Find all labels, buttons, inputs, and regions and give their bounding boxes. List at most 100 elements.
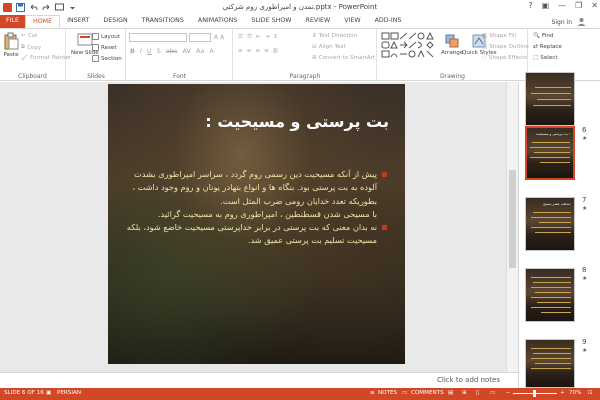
shape-outline-button[interactable]: ▢ Shape Outline	[482, 44, 529, 50]
slide-thumbnail-pane: 6 ★ بت پرستی و مسیحیت : 7 ★ مذهب عصر مسی…	[518, 72, 600, 388]
tab-home[interactable]: HOME	[24, 15, 61, 28]
paste-button[interactable]: Paste	[3, 32, 19, 58]
reading-view-icon[interactable]: ▯	[476, 390, 479, 396]
shapes-gallery-icon	[381, 32, 434, 58]
slide-paragraph: پیش از آنکه مسیحیت دین رسمی روم گردد ، س…	[122, 168, 387, 208]
help-button[interactable]: ?	[528, 1, 532, 10]
zoom-slider-thumb[interactable]	[533, 390, 536, 397]
reset-button[interactable]: Reset	[92, 44, 117, 51]
notes-placeholder[interactable]: Click to add notes	[437, 376, 500, 384]
decrease-indent-icon[interactable]: ⇤	[256, 34, 261, 40]
slide-indicator[interactable]: SLIDE 6 OF 16	[4, 390, 44, 396]
find-button[interactable]: 🔍 Find	[533, 33, 553, 39]
user-avatar-icon[interactable]	[577, 17, 586, 28]
underline-icon[interactable]: U	[147, 47, 152, 55]
font-size-box[interactable]	[189, 33, 211, 42]
grow-font-icon[interactable]: A A	[214, 34, 224, 41]
close-button[interactable]: ✕	[591, 1, 598, 10]
text-direction-button[interactable]: ↨ Text Direction	[312, 33, 357, 39]
minimize-button[interactable]: —	[558, 1, 566, 10]
tab-add-ins[interactable]: ADD-INS	[368, 15, 409, 28]
scrollbar-thumb[interactable]	[509, 170, 516, 268]
slide-title[interactable]: بت پرستی و مسیحیت :	[205, 112, 389, 131]
shape-outline-icon: ▢	[482, 44, 488, 50]
tab-design[interactable]: DESIGN	[96, 15, 134, 28]
shape-effects-button[interactable]: ◌ Shape Effects	[482, 55, 527, 61]
tab-animations[interactable]: ANIMATIONS	[191, 15, 245, 28]
fit-slide-icon[interactable]: ⊡	[588, 390, 593, 396]
shape-fill-button[interactable]: ◧ Shape Fill	[482, 33, 516, 39]
justify-icon[interactable]: ≡	[264, 48, 269, 54]
strikethrough-icon[interactable]: abc	[166, 47, 178, 55]
arrange-button[interactable]: Arrange	[441, 34, 463, 56]
section-button[interactable]: Section	[92, 55, 122, 62]
align-left-icon[interactable]: ≡	[238, 48, 243, 54]
numbering-icon[interactable]: ☰	[247, 34, 252, 40]
zoom-out-button[interactable]: −	[506, 390, 511, 396]
language-indicator[interactable]: PERSIAN	[57, 390, 81, 396]
format-painter-button[interactable]: 🖌 Format Painter	[21, 55, 71, 61]
ribbon-tabs: FILE HOME INSERT DESIGN TRANSITIONS ANIM…	[0, 15, 600, 28]
animation-star-icon: ★	[582, 275, 588, 282]
bullets-icon[interactable]: ☰	[238, 34, 243, 40]
thumbnail-number: 6	[582, 126, 587, 134]
thumbnail-number: 7	[582, 196, 587, 204]
sign-in-link[interactable]: Sign in	[552, 19, 572, 26]
spellcheck-icon[interactable]: ▣	[46, 390, 51, 396]
thumbnail-title: بت پرستی و مسیحیت :	[535, 132, 570, 136]
tab-insert[interactable]: INSERT	[60, 15, 96, 28]
comments-button[interactable]: COMMENTS	[411, 390, 444, 396]
ribbon-display-options-icon[interactable]: ▣	[542, 1, 550, 10]
slide-thumbnail-selected[interactable]: بت پرستی و مسیحیت :	[525, 126, 575, 180]
slide[interactable]: بت پرستی و مسیحیت : پیش از آنکه مسیحیت د…	[108, 84, 405, 364]
slide-sorter-icon[interactable]: ⊞	[462, 390, 467, 396]
tab-file[interactable]: FILE	[0, 15, 25, 28]
shapes-gallery[interactable]	[381, 32, 439, 62]
animation-star-icon: ★	[582, 205, 588, 212]
comments-icon[interactable]: ▭	[402, 390, 407, 396]
char-spacing-icon[interactable]: AV	[182, 47, 190, 55]
slide-paragraph: نه بدان معنی که بت پرستی در برابر خداپرس…	[122, 221, 387, 248]
align-right-icon[interactable]: ≡	[255, 48, 260, 54]
center-icon[interactable]: ≡	[247, 48, 252, 54]
font-group-label: Font	[172, 73, 187, 80]
tab-view[interactable]: VIEW	[337, 15, 367, 28]
columns-icon[interactable]: ▥	[273, 48, 278, 54]
select-button[interactable]: ⬚ Select	[533, 55, 558, 61]
cut-button[interactable]: ✂ Cut	[21, 33, 37, 39]
notes-pane[interactable]: Click to add notes	[0, 372, 518, 388]
slide-thumbnail[interactable]: مذهب عصر مسیح:	[525, 197, 575, 251]
slide-thumbnail[interactable]	[525, 339, 575, 388]
bold-icon[interactable]: B	[130, 47, 135, 55]
replace-button[interactable]: ⇄ Replace	[533, 44, 562, 50]
vertical-scrollbar[interactable]	[506, 82, 518, 372]
slide-show-icon[interactable]: ▭	[490, 390, 495, 396]
normal-view-icon[interactable]: ▤	[448, 390, 453, 396]
shadow-icon[interactable]: S	[157, 47, 161, 55]
zoom-in-button[interactable]: +	[560, 390, 565, 396]
convert-smartart-button[interactable]: ⊞ Convert to SmartArt	[312, 55, 375, 61]
italic-icon[interactable]: I	[140, 47, 142, 55]
font-color-icon[interactable]: A	[209, 47, 213, 55]
smartart-icon: ⊞	[312, 55, 317, 61]
line-spacing-icon[interactable]: ↕	[273, 34, 278, 40]
restore-button[interactable]: ❐	[575, 1, 582, 10]
font-name-box[interactable]	[129, 33, 187, 42]
slide-paragraph: با مسیحی شدن قسطنطین ، امپراطوری روم به …	[157, 208, 377, 219]
tab-transitions[interactable]: TRANSITIONS	[135, 15, 191, 28]
tab-review[interactable]: REVIEW	[299, 15, 338, 28]
slide-thumbnail[interactable]	[525, 72, 575, 126]
notes-button[interactable]: NOTES	[378, 390, 397, 396]
tab-slide-show[interactable]: SLIDE SHOW	[244, 15, 298, 28]
notes-icon[interactable]: ≡	[370, 390, 375, 396]
slide-body-text[interactable]: پیش از آنکه مسیحیت دین رسمی روم گردد ، س…	[122, 168, 387, 248]
slide-thumbnail[interactable]	[525, 268, 575, 322]
animation-star-icon: ★	[582, 347, 588, 354]
copy-button[interactable]: ⧉ Copy	[21, 44, 41, 51]
align-text-button[interactable]: ⊟ Align Text	[312, 44, 346, 50]
slide-editing-area: بت پرستی و مسیحیت : پیش از آنکه مسیحیت د…	[0, 82, 518, 372]
layout-button[interactable]: Layout	[92, 33, 120, 40]
increase-indent-icon[interactable]: ⇥	[265, 34, 270, 40]
zoom-level[interactable]: 70%	[569, 390, 581, 396]
change-case-icon[interactable]: Aa	[196, 47, 204, 55]
